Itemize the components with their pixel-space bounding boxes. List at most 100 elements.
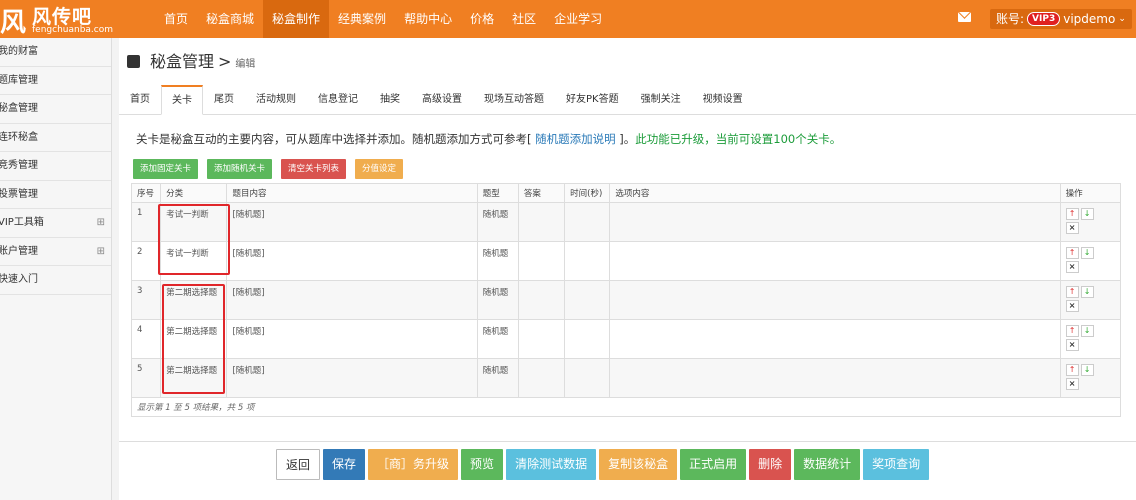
arrow-down-icon[interactable]: ↓ — [1080, 325, 1094, 337]
tab[interactable]: 好友PK答题 — [555, 85, 630, 115]
mail-icon[interactable] — [958, 12, 971, 22]
sidebar-item-label: 快速入门 — [0, 274, 38, 285]
arrow-up-icon[interactable]: ↑ — [1065, 286, 1079, 298]
arrow-down-icon[interactable]: ↓ — [1080, 364, 1094, 376]
cell-options — [609, 319, 1061, 359]
divider — [119, 441, 1136, 442]
bottom-button[interactable]: ［商］务升级 — [368, 449, 459, 480]
close-icon[interactable]: × — [1065, 378, 1079, 390]
action-button[interactable]: 分值设定 — [355, 159, 404, 179]
nav-item[interactable]: 经典案例 — [329, 0, 395, 38]
row-actions: ↑ ↓ × — [1065, 208, 1096, 234]
close-icon[interactable]: × — [1065, 222, 1079, 234]
nav-item[interactable]: 帮助中心 — [395, 0, 461, 38]
bottom-button[interactable]: 预览 — [461, 449, 504, 480]
notice-upgrade: 此功能已升级，当前可设置100个关卡。 — [635, 132, 842, 146]
logo[interactable]: 风 风传吧 fengchuanba.com — [0, 0, 130, 38]
sidebar-item[interactable]: 竞秀管理 — [0, 152, 111, 181]
bottom-button[interactable]: 正式启用 — [680, 449, 747, 480]
arrow-down-icon[interactable]: ↓ — [1080, 247, 1094, 259]
bottom-button[interactable]: 删除 — [749, 449, 792, 480]
cell-options — [609, 241, 1061, 281]
bottom-button[interactable]: 奖项查询 — [863, 449, 930, 480]
notice-tail: ]。 — [615, 132, 636, 146]
notice-link[interactable]: 随机题添加说明 — [535, 132, 616, 146]
cell-options — [609, 280, 1061, 320]
sidebar-item-label: 连环秘盒 — [0, 131, 38, 143]
action-button[interactable]: 清空关卡列表 — [281, 159, 347, 179]
close-icon[interactable]: × — [1065, 300, 1079, 312]
cell-type: 随机题 — [476, 358, 519, 398]
sidebar-item-label: 投票管理 — [0, 188, 38, 200]
column-header: 题型 — [476, 183, 519, 203]
nav-item[interactable]: 社区 — [503, 0, 545, 38]
cell-category: 第二期选择题 — [160, 280, 228, 320]
expand-icon: ⊞ — [96, 245, 105, 257]
tab[interactable]: 抽奖 — [369, 85, 411, 115]
table-footer: 显示第 1 至 5 项结果，共 5 项 — [131, 397, 1121, 417]
close-icon[interactable]: × — [1065, 339, 1079, 351]
cell-time — [564, 358, 611, 398]
bottom-button[interactable]: 返回 — [276, 449, 321, 480]
tab[interactable]: 高级设置 — [411, 85, 473, 115]
cell-no: 3 — [130, 280, 162, 320]
arrow-down-icon[interactable]: ↓ — [1080, 286, 1094, 298]
sidebar-item[interactable]: VIP工具箱 ⊞ — [0, 209, 111, 238]
page-title: 秘盒管理 > 编辑 — [127, 48, 255, 72]
sidebar-item-label: 题库管理 — [0, 74, 38, 86]
sidebar-item[interactable]: 快速入门 — [0, 266, 111, 295]
cell-answer — [517, 280, 566, 320]
cell-actions: ↑ ↓ × — [1059, 358, 1122, 398]
sidebar-item[interactable]: 账户管理 ⊞ — [0, 238, 111, 266]
tab[interactable]: 现场互动答题 — [473, 85, 555, 115]
sidebar-item[interactable]: 投票管理 — [0, 181, 111, 209]
account-menu[interactable]: 账号: VIP3 vipdemo ⌄ — [990, 9, 1132, 29]
nav-item[interactable]: 价格 — [461, 0, 503, 38]
bottom-button[interactable]: 复制该秘盒 — [599, 449, 678, 480]
notice-text: 关卡是秘盒互动的主要内容，可从题库中选择并添加。随机题添加方式可参考[ 随机题添… — [136, 131, 841, 147]
bottom-button[interactable]: 数据统计 — [794, 449, 861, 480]
tab[interactable]: 首页 — [119, 85, 161, 115]
arrow-up-icon[interactable]: ↑ — [1065, 325, 1079, 337]
table-row: 3 第二期选择题 [随机题] 随机题 ↑ ↓ × — [130, 280, 1122, 320]
nav-item[interactable]: 企业学习 — [545, 0, 611, 38]
bottom-buttons: 返回 保存 ［商］务升级 预览 清除测试数据 复制该秘盒 正式启用 删除 数据统计 奖项查询 — [276, 449, 930, 480]
nav-item[interactable]: 首页 — [155, 0, 197, 38]
table-row: 5 第二期选择题 [随机题] 随机题 ↑ ↓ × — [130, 358, 1122, 398]
cell-no: 4 — [130, 319, 162, 359]
action-button[interactable]: 添加随机关卡 — [207, 159, 273, 179]
action-buttons: 添加固定关卡 添加随机关卡 清空关卡列表 分值设定 — [133, 159, 404, 179]
bottom-button[interactable]: 保存 — [323, 449, 366, 480]
cell-no: 2 — [130, 241, 162, 281]
nav-item[interactable]: 秘盒商城 — [197, 0, 263, 38]
nav-item[interactable]: 秘盒制作 — [263, 0, 330, 38]
cell-options — [609, 358, 1061, 398]
sidebar-item[interactable]: 连环秘盒 — [0, 124, 111, 152]
cell-options — [609, 202, 1061, 242]
tab[interactable]: 关卡 — [161, 85, 203, 115]
cell-category: 第二期选择题 — [160, 358, 228, 398]
arrow-up-icon[interactable]: ↑ — [1065, 208, 1079, 220]
tab[interactable]: 尾页 — [203, 85, 245, 115]
level-table: 序号 分类 题目内容 题型 答案 时间(秒) 选项内容 操作 1 考试一判断 [随机题] 随机题 ↑ ↓… — [130, 183, 1122, 417]
arrow-up-icon[interactable]: ↑ — [1065, 247, 1079, 259]
cell-actions: ↑ ↓ × — [1059, 280, 1122, 320]
tab[interactable]: 活动规则 — [245, 85, 307, 115]
sidebar-item-label: 我的财富 — [0, 46, 38, 57]
tab[interactable]: 强制关注 — [630, 85, 692, 115]
action-button[interactable]: 添加固定关卡 — [133, 159, 199, 179]
arrow-down-icon[interactable]: ↓ — [1080, 208, 1094, 220]
cell-type: 随机题 — [476, 241, 519, 281]
sidebar-item[interactable]: 我的财富 — [0, 38, 111, 67]
cell-actions: ↑ ↓ × — [1059, 241, 1122, 281]
arrow-up-icon[interactable]: ↑ — [1065, 364, 1079, 376]
sidebar-item-label: 账户管理 — [0, 245, 38, 257]
close-icon[interactable]: × — [1065, 261, 1079, 273]
sidebar-item[interactable]: 题库管理 — [0, 67, 111, 95]
sidebar-item[interactable]: 秘盒管理 — [0, 95, 111, 124]
tab[interactable]: 视频设置 — [692, 85, 754, 115]
cell-time — [564, 241, 611, 281]
tab[interactable]: 信息登记 — [307, 85, 369, 115]
sidebar: 我的财富题库管理秘盒管理连环秘盒竞秀管理投票管理 VIP工具箱 ⊞ 账户管理 ⊞ 快速入门 — [0, 38, 112, 500]
bottom-button[interactable]: 清除测试数据 — [506, 449, 597, 480]
